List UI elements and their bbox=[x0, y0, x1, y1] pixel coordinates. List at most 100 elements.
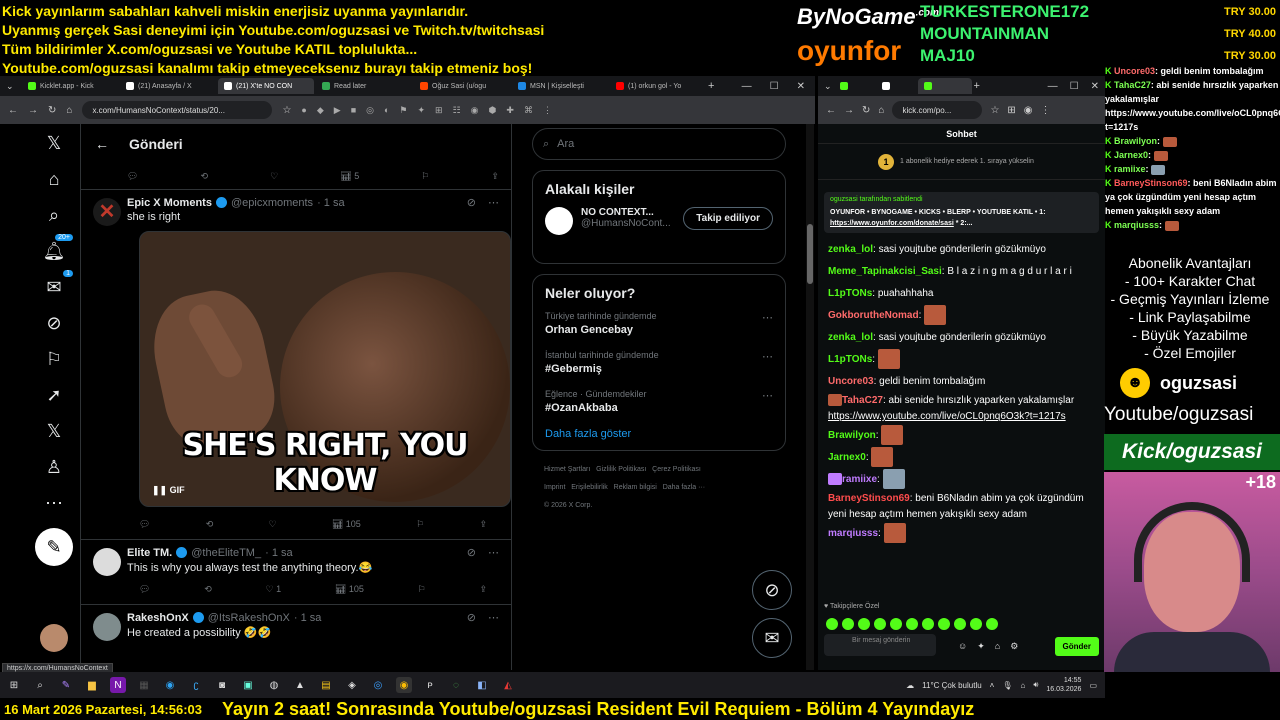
person-handle[interactable]: @HumansNoCont... bbox=[581, 218, 671, 229]
emote-button[interactable] bbox=[826, 618, 838, 630]
bookmark-icon[interactable]: ⚐ bbox=[421, 171, 429, 182]
tweet-time[interactable]: · 1 sa bbox=[317, 197, 345, 209]
tweet-avatar[interactable] bbox=[93, 548, 121, 576]
share-icon[interactable]: ⇪ bbox=[491, 171, 499, 182]
tweet-author[interactable]: Elite TM. bbox=[127, 547, 172, 559]
messages-fab-icon[interactable]: ✉ bbox=[752, 618, 792, 658]
notification-icon[interactable]: ▭ bbox=[1089, 681, 1097, 690]
tweet[interactable]: RakeshOnX @ItsRakeshOnX · 1 sa ⊘ ⋯ He cr… bbox=[81, 605, 511, 643]
onenote-icon[interactable]: N bbox=[110, 677, 126, 693]
tweet-gif-image[interactable]: SHE'S RIGHT, YOU KNOW ❚❚ GIF bbox=[139, 231, 511, 507]
app-icon[interactable]: ▲ bbox=[292, 677, 308, 693]
tweet-time[interactable]: · 1 sa bbox=[265, 547, 293, 559]
grok-icon[interactable]: ⊘ bbox=[467, 546, 476, 559]
messages-envelope-icon[interactable]: ✉ 1 bbox=[41, 270, 73, 298]
more-icon[interactable]: ⋯ bbox=[488, 196, 499, 209]
tweet-time[interactable]: · 1 sa bbox=[294, 612, 322, 624]
app-icon[interactable]: ◎ bbox=[370, 677, 386, 693]
tweet-avatar[interactable]: ✕ bbox=[93, 198, 121, 226]
search-input[interactable]: ⌕ Ara bbox=[532, 128, 786, 160]
more-icon[interactable]: ⋯ bbox=[488, 611, 499, 624]
chat-username[interactable]: Jarnex0 bbox=[828, 452, 866, 463]
tweet-handle[interactable]: @theEliteTM_ bbox=[191, 547, 261, 559]
weather-icon[interactable]: ☁ bbox=[906, 681, 914, 690]
extension-icon[interactable]: ☷ bbox=[453, 105, 461, 116]
extension-icon[interactable]: ● bbox=[301, 105, 306, 116]
footer-link[interactable]: Çerez Politikası bbox=[652, 466, 701, 473]
chat-message[interactable]: marqiusss: bbox=[828, 523, 1095, 545]
browser-tab[interactable]: Read later bbox=[316, 78, 412, 94]
chat-message[interactable]: GokborutheNomad: bbox=[828, 305, 1095, 327]
app-icon[interactable]: ▤ bbox=[318, 677, 334, 693]
profile-icon[interactable]: ♙ bbox=[41, 456, 67, 478]
minimize-icon[interactable]: — bbox=[742, 81, 752, 92]
app-icon[interactable]: ◭ bbox=[500, 677, 516, 693]
maximize-icon[interactable]: ☐ bbox=[1070, 81, 1079, 92]
browser-tab[interactable] bbox=[876, 78, 916, 94]
app-icon[interactable]: ◈ bbox=[344, 677, 360, 693]
chat-username[interactable]: L1pTONs bbox=[828, 288, 872, 299]
browser-tab[interactable] bbox=[834, 78, 874, 94]
browser-tab[interactable]: MSN | Kişiselleşti bbox=[512, 78, 608, 94]
views-icon[interactable]: 📊︎ 105 bbox=[335, 584, 364, 595]
weather-text[interactable]: 11°C Çok bulutlu bbox=[922, 681, 982, 690]
extension-icon[interactable]: ◉ bbox=[1024, 105, 1033, 116]
chat-username[interactable]: L1pTONs bbox=[828, 354, 872, 365]
chat-username[interactable]: TahaC27 bbox=[842, 395, 883, 406]
notifications-bell-icon[interactable]: 🔔︎ 20+ bbox=[41, 234, 73, 262]
premium-x-icon[interactable]: 𝕏 bbox=[41, 420, 67, 442]
extension-icon[interactable]: ⬢ bbox=[489, 105, 497, 116]
network-icon[interactable]: ⌂ bbox=[1021, 681, 1026, 690]
close-icon[interactable]: ✕ bbox=[797, 81, 805, 92]
app-icon[interactable]: ✎ bbox=[58, 677, 74, 693]
grok-fab-icon[interactable]: ⊘ bbox=[752, 570, 792, 610]
extension-icon[interactable]: ✦ bbox=[418, 105, 426, 116]
show-more-link[interactable]: Daha fazla göster bbox=[545, 428, 773, 440]
tweet[interactable]: ✕ Epic X Moments @epicxmoments · 1 sa ⊘ … bbox=[81, 190, 511, 540]
reload-icon[interactable]: ↻ bbox=[48, 105, 56, 116]
tweet[interactable]: Elite TM. @theEliteTM_ · 1 sa ⊘ ⋯ This i… bbox=[81, 540, 511, 605]
chat-message[interactable]: Meme_Tapinakcisi_Sasi: B l a z i n g m a… bbox=[828, 261, 1095, 283]
x-logo-icon[interactable]: 𝕏 bbox=[41, 132, 67, 154]
grok-icon[interactable]: ⊘ bbox=[467, 611, 476, 624]
retweet-icon[interactable]: ⟲ bbox=[201, 171, 209, 182]
emote-button[interactable] bbox=[970, 618, 982, 630]
like-heart-icon[interactable]: ♡ 1 bbox=[266, 584, 282, 595]
search-icon[interactable]: ⌕ bbox=[32, 677, 48, 693]
app-icon[interactable]: ◌ bbox=[448, 677, 464, 693]
emote-button[interactable] bbox=[858, 618, 870, 630]
bookmark-star-icon[interactable]: ☆ bbox=[990, 105, 999, 116]
chrome-icon[interactable]: ◉ bbox=[396, 677, 412, 693]
close-icon[interactable]: ✕ bbox=[1091, 81, 1099, 92]
retweet-icon[interactable]: ⟲ bbox=[204, 584, 212, 595]
person-avatar[interactable] bbox=[545, 207, 573, 235]
footer-link[interactable]: Erişilebilirlik bbox=[571, 484, 608, 491]
tray-chevron-icon[interactable]: ˄ bbox=[990, 681, 995, 690]
back-icon[interactable]: ← bbox=[8, 105, 18, 116]
extension-icon[interactable]: ⊞ bbox=[1007, 105, 1015, 116]
app-icon[interactable]: ◧ bbox=[474, 677, 490, 693]
trend-item[interactable]: Türkiye tarihinde gündemde Orhan Genceba… bbox=[545, 311, 773, 336]
extension-icon[interactable]: ◉ bbox=[471, 105, 479, 116]
new-tab-icon[interactable]: + bbox=[974, 80, 980, 92]
chat-username[interactable]: zenka_lol bbox=[828, 244, 873, 255]
tweet-avatar[interactable] bbox=[93, 613, 121, 641]
views-icon[interactable]: 📊︎ 5 bbox=[340, 171, 359, 182]
chat-username[interactable]: Meme_Tapinakcisi_Sasi bbox=[828, 266, 942, 277]
like-heart-icon[interactable]: ♡ bbox=[269, 519, 277, 530]
trend-item[interactable]: İstanbul tarihinde gündemde #Gebermiş ⋯ bbox=[545, 350, 773, 375]
chat-message[interactable]: zenka_lol: sasi youjtube gönderilerin gö… bbox=[828, 239, 1095, 261]
emote-button[interactable] bbox=[954, 618, 966, 630]
forward-icon[interactable]: → bbox=[28, 105, 38, 116]
retweet-icon[interactable]: ⟲ bbox=[206, 519, 214, 530]
back-icon[interactable]: ← bbox=[826, 105, 836, 116]
share-icon[interactable]: ⇪ bbox=[479, 584, 487, 595]
more-icon[interactable]: ⋯ bbox=[488, 546, 499, 559]
edge-icon[interactable]: ◉ bbox=[162, 677, 178, 693]
app-icon[interactable]: ▣ bbox=[240, 677, 256, 693]
like-heart-icon[interactable]: ♡ bbox=[270, 171, 278, 182]
app-icon[interactable]: ᴘ bbox=[422, 677, 438, 693]
extension-icon[interactable]: ◆ bbox=[317, 105, 324, 116]
gift-leaderboard[interactable]: 1 1 abonelik hediye ederek 1. sıraya yük… bbox=[818, 144, 1105, 180]
more-icon[interactable]: ⋯ bbox=[762, 389, 773, 402]
